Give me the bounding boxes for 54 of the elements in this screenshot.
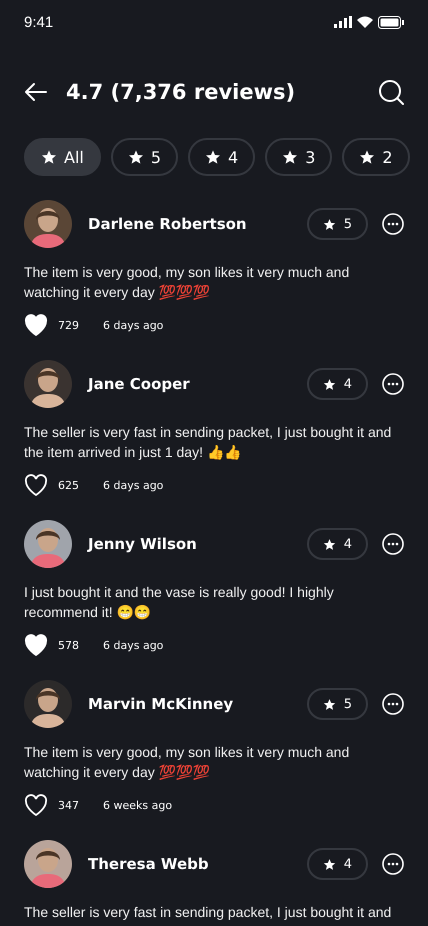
- filter-chip[interactable]: 5: [110, 138, 178, 176]
- search-icon[interactable]: [378, 79, 404, 105]
- review-text: The item is very good, my son likes it very much and watching it every day 💯💯💯: [24, 263, 350, 302]
- more-options-icon[interactable]: [382, 213, 404, 235]
- more-options-icon[interactable]: [382, 693, 404, 715]
- review-text: I just bought it and the vase is really good! I highly recommend it! 😁😁: [24, 583, 335, 622]
- rating-badge: 4: [306, 528, 368, 560]
- reviewer-name: Jenny Wilson: [88, 535, 198, 553]
- heart-icon[interactable]: [24, 314, 48, 336]
- star-icon: [322, 378, 336, 390]
- review-time: 6 weeks ago: [103, 798, 172, 812]
- star-icon: [128, 149, 144, 165]
- reviewer-name: Darlene Robertson: [88, 215, 248, 233]
- rating-badge: 4: [306, 848, 368, 880]
- star-icon: [359, 149, 376, 165]
- back-arrow-icon[interactable]: [24, 82, 48, 102]
- page-title: 4.7 (7,376 reviews): [66, 80, 296, 104]
- review-text: The seller is very fast in sending packet, I just bought it and the item arrived in just 1 day! 👍👍: [24, 423, 392, 462]
- more-options-icon[interactable]: [382, 533, 404, 555]
- rating-badge: 4: [306, 368, 368, 400]
- rating-badge: 5: [306, 688, 368, 720]
- like-count: 729: [58, 318, 79, 332]
- star-icon: [322, 538, 336, 550]
- filter-chip[interactable]: 3: [265, 138, 332, 176]
- heart-icon[interactable]: [24, 634, 48, 656]
- reviewer-name: Jane Cooper: [88, 375, 191, 393]
- more-options-icon[interactable]: [382, 853, 404, 875]
- star-icon: [205, 149, 222, 165]
- like-count: 578: [58, 638, 79, 652]
- heart-icon[interactable]: [24, 794, 48, 816]
- star-icon: [41, 149, 57, 165]
- like-count: 625: [58, 478, 79, 492]
- like-count: 347: [58, 798, 79, 812]
- star-icon: [282, 149, 298, 165]
- rating-badge: 5: [306, 208, 368, 240]
- review-time: 6 days ago: [103, 318, 164, 332]
- status-time: 9:41: [24, 14, 54, 30]
- reviewer-name: Theresa Webb: [88, 855, 210, 873]
- review-text: The seller is very fast in sending packet, I just bought it and: [24, 903, 392, 922]
- filter-chip[interactable]: 2: [342, 138, 410, 176]
- filter-chip[interactable]: All: [24, 138, 101, 176]
- battery-icon: [378, 16, 404, 28]
- reviewer-name: Marvin McKinney: [88, 695, 234, 713]
- more-options-icon[interactable]: [382, 373, 404, 395]
- heart-icon[interactable]: [24, 474, 48, 496]
- star-icon: [322, 698, 336, 710]
- filter-chip[interactable]: 4: [188, 138, 256, 176]
- review-text: The item is very good, my son likes it very much and watching it every day 💯💯💯: [24, 743, 350, 782]
- review-time: 6 days ago: [103, 478, 164, 492]
- star-icon: [322, 858, 336, 870]
- wifi-icon: [357, 16, 373, 28]
- star-icon: [322, 218, 336, 230]
- signal-icon: [334, 16, 352, 28]
- review-time: 6 days ago: [103, 638, 164, 652]
